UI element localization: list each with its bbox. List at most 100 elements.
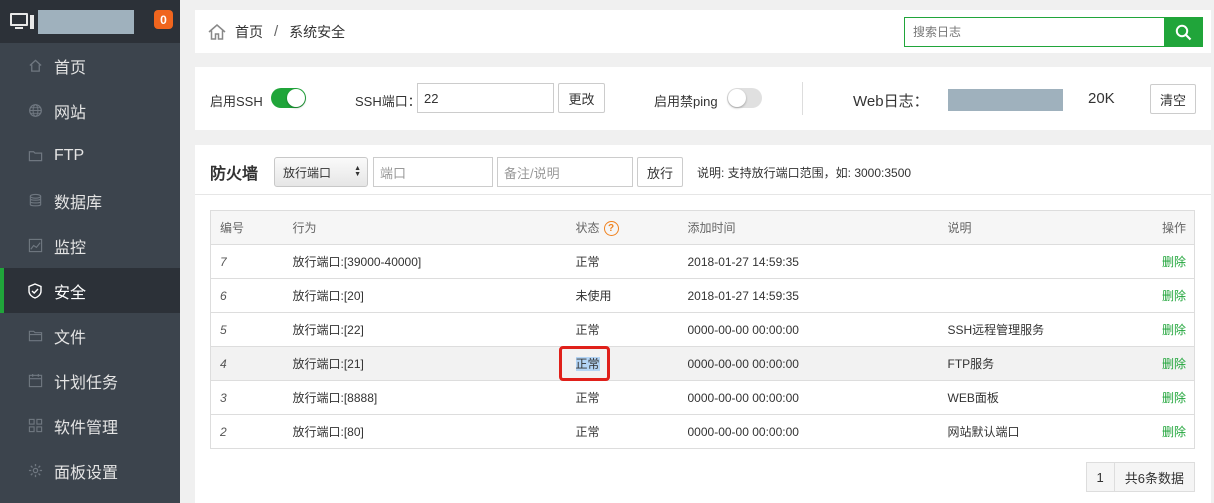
remark-input[interactable]: 备注/说明 [497,157,633,187]
rule-id: 7 [210,244,284,279]
firewall-note: 说明: 支持放行端口范围，如: 3000:3500 [697,166,912,180]
database-icon [27,193,43,209]
notification-badge[interactable]: 0 [154,10,173,29]
home-icon[interactable] [207,22,227,42]
web-log-label: Web日志： [853,93,929,110]
delete-link[interactable]: 删除 [1162,255,1186,269]
rule-id: 5 [210,312,284,347]
rule-type-selected: 放行端口 [283,165,332,180]
delete-link[interactable]: 删除 [1162,425,1186,439]
sidebar-item-monitor[interactable]: 监控 [0,223,180,268]
sidebar-item-label: 计划任务 [54,374,119,392]
col-added: 添加时间 [678,210,939,245]
rule-remark: FTP服务 [938,346,1119,381]
sidebar-item-security[interactable]: 安全 [0,268,180,313]
rule-action: 放行端口:[39000-40000] [283,244,567,279]
sidebar-item-label: 文件 [54,329,87,347]
ping-toggle-label: 启用禁ping [654,94,718,109]
ping-toggle[interactable] [727,88,762,108]
sidebar-item-home[interactable]: 首页 [0,43,180,88]
firewall-rules-table: 编号 行为 状态? 添加时间 说明 操作 7 放行端口:[39000-40000… [210,210,1195,449]
col-remark: 说明 [938,210,1119,245]
highlight-annotation-box [559,346,610,381]
firewall-toolbar: 防火墙 放行端口 ▲ ▼ 端口 备注/说明 放行 说明: 支持放行端口范围，如: … [195,145,1211,195]
rule-operation: 删除 [1118,346,1195,381]
search-button[interactable] [1164,18,1202,46]
rule-operation: 删除 [1118,414,1195,449]
col-action: 行为 [283,210,567,245]
rule-operation: 删除 [1118,278,1195,313]
col-id: 编号 [210,210,284,245]
ssh-toggle[interactable] [271,88,306,108]
sidebar-item-software[interactable]: 软件管理 [0,403,180,448]
sidebar-item-label: 网站 [54,104,87,122]
rule-remark: SSH远程管理服务 [938,312,1119,347]
sidebar-item-label: FTP [54,146,85,164]
rule-status: 未使用 [566,278,679,313]
firewall-panel: 防火墙 放行端口 ▲ ▼ 端口 备注/说明 放行 说明: 支持放行端口范围，如: … [195,145,1211,503]
server-monitor-icon [10,12,34,31]
sidebar-item-settings[interactable]: 面板设置 [0,448,180,493]
help-icon[interactable]: ? [603,221,619,237]
rule-remark [938,244,1119,279]
table-header-row: 编号 行为 状态? 添加时间 说明 操作 [210,210,1195,245]
allow-port-button[interactable]: 放行 [637,157,683,187]
grid-icon [27,418,43,434]
rule-action: 放行端口:[22] [283,312,567,347]
ftp-folder-icon [27,148,43,164]
rule-added-time: 0000-00-00 00:00:00 [678,312,939,347]
sidebar-item-website[interactable]: 网站 [0,88,180,133]
rule-added-time: 0000-00-00 00:00:00 [678,346,939,381]
folder-icon [27,328,43,344]
sidebar-item-label: 监控 [54,239,87,257]
table-row: 6 放行端口:[20] 未使用 2018-01-27 14:59:35 删除 [210,278,1195,313]
breadcrumb-home-link[interactable]: 首页 [235,22,263,42]
rule-action: 放行端口:[20] [283,278,567,313]
rule-status: 正常 [566,414,679,449]
table-row: 7 放行端口:[39000-40000] 正常 2018-01-27 14:59… [210,244,1195,279]
table-row: 2 放行端口:[80] 正常 0000-00-00 00:00:00 网站默认端… [210,414,1195,449]
rule-status: 正常 [566,312,679,347]
rule-remark [938,278,1119,313]
rule-added-time: 0000-00-00 00:00:00 [678,380,939,415]
ssh-port-input[interactable]: 22 [417,83,554,113]
breadcrumb-separator: / [274,23,279,40]
page-number-button[interactable]: 1 [1086,463,1114,491]
change-ssh-port-button[interactable]: 更改 [558,83,605,113]
delete-link[interactable]: 删除 [1162,289,1186,303]
rule-id: 3 [210,380,284,415]
table-row: 3 放行端口:[8888] 正常 0000-00-00 00:00:00 WEB… [210,380,1195,415]
col-status: 状态? [566,210,679,245]
pagination: 1 共6条数据 [1085,462,1195,492]
rule-action: 放行端口:[21] [283,346,567,381]
port-input[interactable]: 端口 [373,157,493,187]
search-icon [1175,24,1191,40]
rule-type-select[interactable]: 放行端口 ▲ ▼ [274,157,368,187]
select-arrows-icon: ▲ ▼ [354,165,361,178]
col-status-label: 状态 [575,220,600,235]
log-search [904,17,1203,47]
web-log-size: 20K [1088,90,1115,107]
sidebar-item-files[interactable]: 文件 [0,313,180,358]
shield-icon [27,282,43,299]
sidebar-item-database[interactable]: 数据库 [0,178,180,223]
delete-link[interactable]: 删除 [1162,357,1186,371]
sidebar-item-label: 软件管理 [54,419,119,437]
rule-operation: 删除 [1118,380,1195,415]
sidebar: 0 首页 网站 FTP 数据库 监控 安全 文件 计划任务 软件管理 面板设置 [0,0,180,503]
sidebar-item-ftp[interactable]: FTP [0,133,180,178]
total-count: 共6条数据 [1113,463,1194,491]
clear-log-button[interactable]: 清空 [1150,84,1196,114]
rule-added-time: 2018-01-27 14:59:35 [678,278,939,313]
table-row: 5 放行端口:[22] 正常 0000-00-00 00:00:00 SSH远程… [210,312,1195,347]
search-input[interactable] [905,18,1164,46]
delete-link[interactable]: 删除 [1162,391,1186,405]
firewall-title: 防火墙 [210,166,259,183]
sidebar-item-cron[interactable]: 计划任务 [0,358,180,403]
rule-operation: 删除 [1118,244,1195,279]
breadcrumb-current: 系统安全 [289,23,346,40]
security-settings-panel: 启用SSH SSH端口： 22 更改 启用禁ping Web日志： 20K 清空 [195,67,1211,130]
home-icon [27,58,43,74]
delete-link[interactable]: 删除 [1162,323,1186,337]
sidebar-item-label: 首页 [54,59,87,77]
